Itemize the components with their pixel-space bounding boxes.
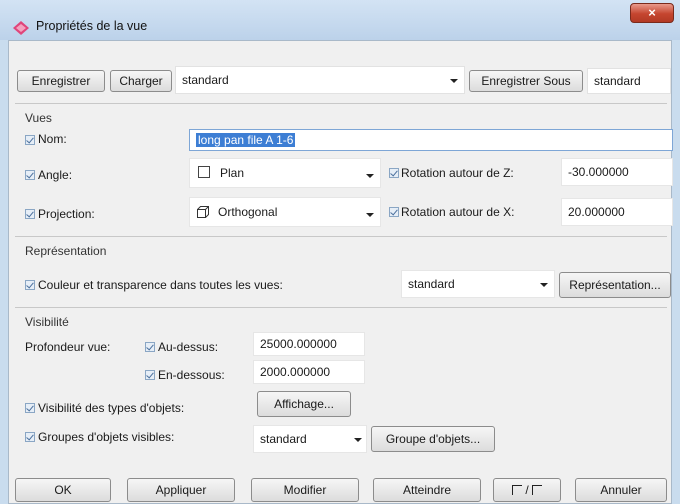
square-icon: [198, 166, 210, 178]
projection-checkbox[interactable]: [25, 209, 35, 219]
above-label: Au-dessus:: [158, 340, 219, 354]
preset-value: standard: [182, 73, 229, 87]
dialog-body: Enregistrer Charger standard Enregistrer…: [8, 40, 673, 504]
chevron-down-icon: [450, 79, 458, 83]
chevron-down-icon: [540, 283, 548, 287]
load-button[interactable]: Charger: [110, 70, 172, 92]
below-input[interactable]: 2000.000000: [253, 360, 365, 384]
above-checkbox[interactable]: [145, 342, 155, 352]
name-checkbox[interactable]: [25, 135, 35, 145]
rotation-x-checkbox[interactable]: [389, 207, 399, 217]
color-select[interactable]: standard: [401, 270, 555, 298]
angle-label: Angle:: [38, 168, 73, 182]
reach-button[interactable]: Atteindre: [373, 478, 481, 502]
representation-group-label: Représentation: [25, 244, 107, 258]
app-icon: [13, 21, 29, 35]
color-checkbox[interactable]: [25, 280, 35, 290]
color-value: standard: [408, 277, 455, 291]
object-types-label: Visibilité des types d'objets:: [38, 401, 185, 415]
dialog-window: Propriétés de la vue × Enregistrer Charg…: [0, 0, 680, 504]
rotation-z-checkbox[interactable]: [389, 168, 399, 178]
rotation-x-input[interactable]: 20.000000: [561, 198, 673, 226]
save-as-button[interactable]: Enregistrer Sous: [469, 70, 583, 92]
toggle-all-button[interactable]: /: [493, 478, 561, 502]
chevron-down-icon: [366, 174, 374, 178]
preset-select[interactable]: standard: [175, 66, 465, 94]
object-groups-button[interactable]: Groupe d'objets...: [371, 426, 495, 452]
below-label: En-dessous:: [158, 368, 225, 382]
representation-button[interactable]: Représentation...: [559, 272, 671, 298]
projection-value: Orthogonal: [218, 205, 278, 219]
chevron-down-icon: [366, 213, 374, 217]
unchecked-box-icon: [532, 485, 543, 495]
chevron-down-icon: [354, 438, 362, 442]
angle-checkbox[interactable]: [25, 170, 35, 180]
name-input[interactable]: long pan file A 1-6: [189, 129, 673, 151]
visibility-group-label: Visibilité: [25, 315, 69, 329]
above-input[interactable]: 25000.000000: [253, 332, 365, 356]
display-button[interactable]: Affichage...: [257, 391, 351, 417]
save-button[interactable]: Enregistrer: [17, 70, 105, 92]
depth-label: Profondeur vue:: [25, 340, 111, 354]
toggle-separator: /: [525, 483, 529, 497]
name-value: long pan file A 1-6: [196, 133, 296, 147]
apply-button[interactable]: Appliquer: [127, 478, 235, 502]
projection-label: Projection:: [38, 207, 95, 221]
close-button[interactable]: ×: [630, 3, 674, 23]
title-bar[interactable]: Propriétés de la vue ×: [0, 0, 680, 40]
save-as-name-input[interactable]: standard: [587, 68, 671, 94]
separator: [15, 236, 667, 237]
name-label: Nom:: [38, 132, 67, 146]
object-groups-label: Groupes d'objets visibles:: [38, 430, 175, 444]
rotation-x-label: Rotation autour de X:: [401, 205, 515, 219]
separator: [15, 103, 667, 104]
cancel-button[interactable]: Annuler: [575, 478, 667, 502]
object-types-checkbox[interactable]: [25, 403, 35, 413]
projection-select[interactable]: Orthogonal: [189, 197, 381, 227]
checked-box-icon: [511, 485, 522, 495]
angle-select[interactable]: Plan: [189, 158, 381, 188]
color-label: Couleur et transparence dans toutes les …: [38, 278, 283, 292]
ok-button[interactable]: OK: [15, 478, 111, 502]
views-group-label: Vues: [25, 111, 52, 125]
angle-value: Plan: [220, 166, 245, 180]
close-icon: ×: [648, 5, 656, 20]
window-title: Propriétés de la vue: [36, 19, 148, 33]
object-groups-select[interactable]: standard: [253, 425, 367, 453]
object-groups-checkbox[interactable]: [25, 432, 35, 442]
cube-icon: [197, 206, 209, 218]
rotation-z-label: Rotation autour de Z:: [401, 166, 514, 180]
object-groups-value: standard: [260, 432, 307, 446]
separator: [15, 307, 667, 308]
rotation-z-input[interactable]: -30.000000: [561, 158, 673, 186]
below-checkbox[interactable]: [145, 370, 155, 380]
modify-button[interactable]: Modifier: [251, 478, 359, 502]
